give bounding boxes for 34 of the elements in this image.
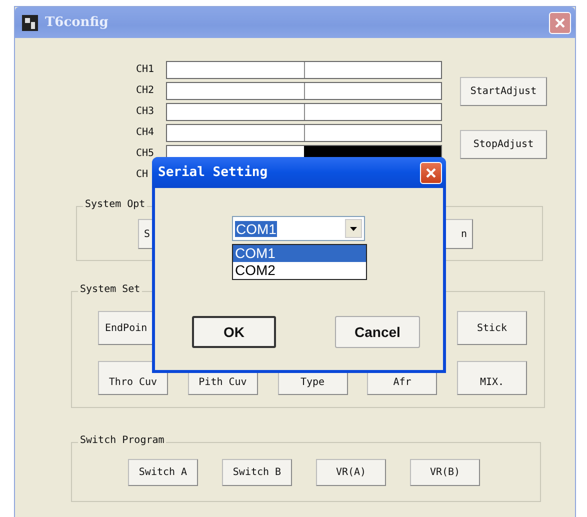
dialog-button[interactable]: Cancel bbox=[335, 316, 420, 348]
channel-label: CH3 bbox=[136, 105, 154, 119]
caret-icon bbox=[350, 226, 357, 230]
group-title: System Set bbox=[78, 284, 142, 295]
app-icon bbox=[21, 14, 39, 32]
close-icon bbox=[425, 166, 437, 178]
adjust-button[interactable]: StartAdjust bbox=[460, 77, 547, 106]
setting-button[interactable]: Stick bbox=[457, 311, 527, 345]
switch-button[interactable]: VR(A) bbox=[316, 459, 386, 486]
dropdown-value: COM1 bbox=[235, 220, 278, 236]
window-title: T6config bbox=[45, 15, 110, 30]
close-button[interactable] bbox=[420, 162, 442, 184]
dropdown-option[interactable]: COM1 bbox=[233, 245, 366, 262]
setting-button[interactable]: Thro Cuv bbox=[98, 361, 168, 395]
adjust-button[interactable]: StopAdjust bbox=[460, 130, 547, 159]
setting-button[interactable]: MIX. bbox=[457, 361, 527, 395]
setting-button[interactable]: EndPoin bbox=[98, 311, 153, 345]
dialog-title: Serial Setting bbox=[158, 165, 269, 180]
channel-label: CH bbox=[136, 168, 148, 182]
channel-label: CH5 bbox=[136, 147, 154, 161]
switch-button[interactable]: VR(B) bbox=[410, 459, 480, 486]
channel-label: CH4 bbox=[136, 126, 154, 140]
channel-label: CH2 bbox=[136, 84, 154, 98]
dropdown-arrow-button[interactable] bbox=[345, 219, 362, 238]
close-icon bbox=[554, 16, 566, 28]
switch-button[interactable]: Switch B bbox=[222, 459, 292, 486]
group-title: System Opt bbox=[83, 199, 148, 210]
close-button[interactable] bbox=[549, 12, 571, 34]
group-title: Switch Program bbox=[78, 435, 166, 446]
dialog-button[interactable]: OK bbox=[192, 316, 276, 348]
switch-button[interactable]: Switch A bbox=[128, 459, 198, 486]
port-dropdown[interactable]: COM1 bbox=[232, 216, 365, 241]
option-button[interactable]: n bbox=[445, 219, 473, 249]
channel-label: CH1 bbox=[136, 63, 154, 77]
